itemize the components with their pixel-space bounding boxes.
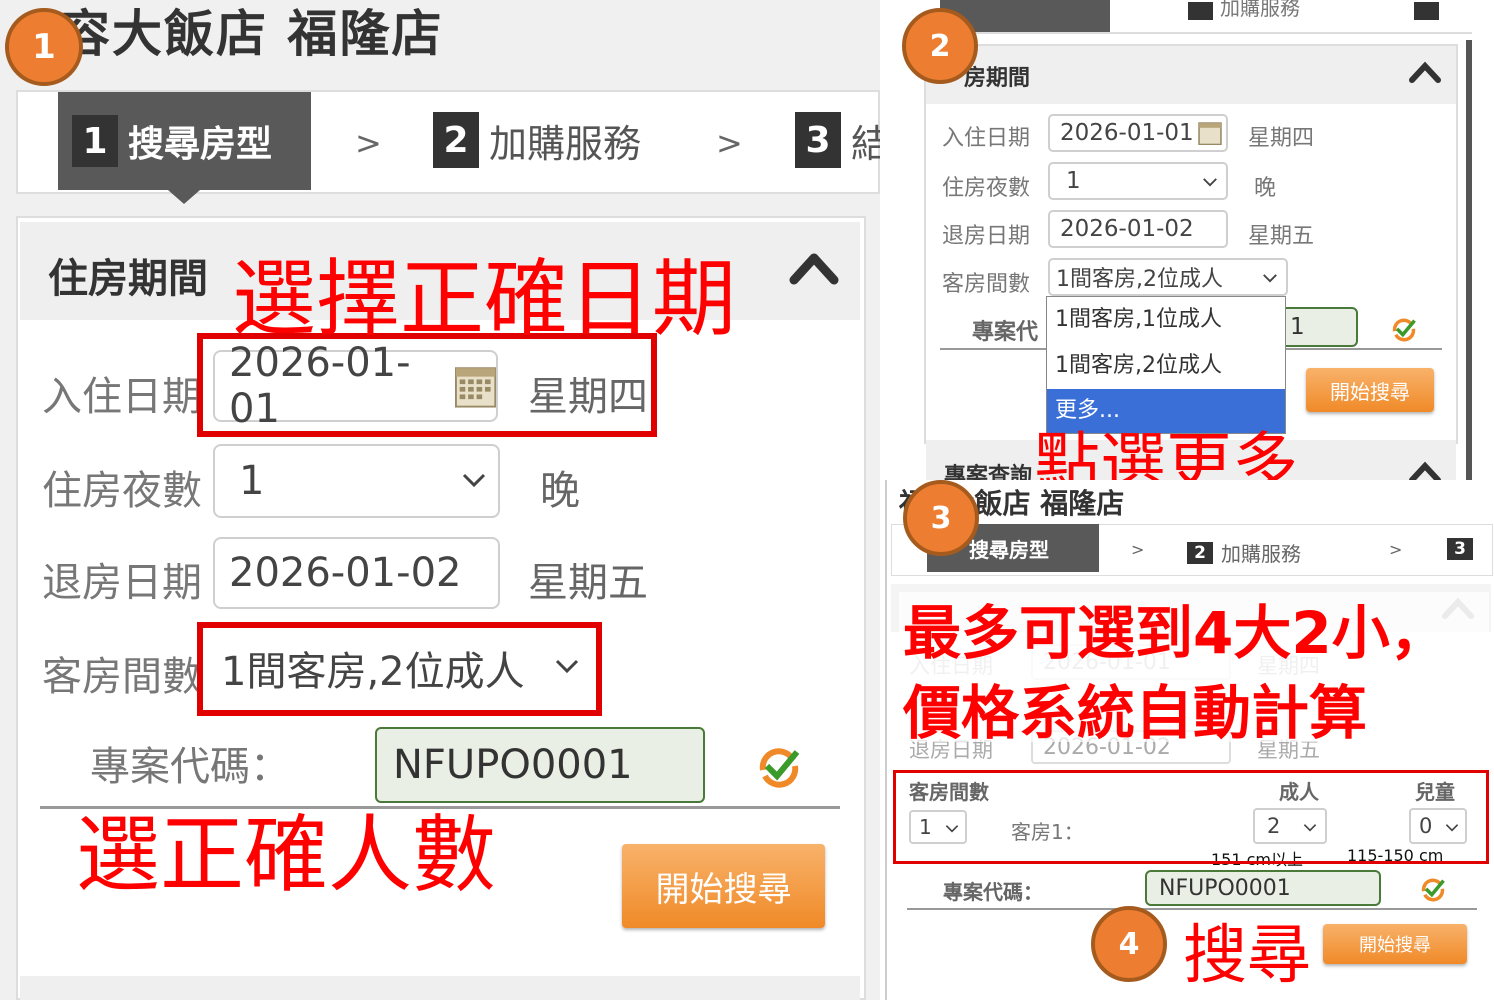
panel2-nights-value: 1 [1066,168,1081,194]
refresh-check-icon[interactable] [1419,876,1447,904]
refresh-check-icon[interactable] [755,744,803,792]
highlight-rooms [197,622,602,716]
annotation-max-line1: 最多可選到4大2小， [903,599,1448,667]
step-badge-4: 4 [1091,906,1167,982]
panel2-checkout-input[interactable]: 2026-01-02 [1048,210,1228,248]
nights-value: 1 [239,458,265,504]
panel2-nights-select[interactable]: 1 [1048,162,1228,200]
dropdown-option-2[interactable]: 1間客房,2位成人 [1047,343,1285,389]
panel-3: 福 大飯店 福隆店 搜尋房型 > 2 加購服務 > 3 入住日期 2026-01… [885,480,1494,1000]
panel2-promo-label: 專案代 [972,320,1039,345]
panel2-rooms-select[interactable]: 1間客房,2位成人 [1048,258,1288,296]
promo-label: 專案代碼： [90,744,290,790]
panel2-right-bar [1466,40,1472,480]
checkin-label: 入住日期 [42,374,202,420]
panel2-nights-label: 住房夜數 [942,176,1031,201]
chevron-down-icon [462,473,486,488]
panel2-promo-value: 1 [1290,314,1305,340]
chevron-up-icon[interactable] [1408,58,1442,84]
panel3-step-1-label: 搜尋房型 [969,537,1049,562]
step-2-label: 加購服務 [489,121,642,166]
panel2-rooms-label: 客房間數 [942,272,1031,297]
step-1-label: 搜尋房型 [128,124,273,165]
search-button[interactable]: 開始搜尋 [622,844,825,928]
step-sep-1: > [355,124,382,162]
nights-select[interactable]: 1 [213,444,500,518]
step-3-number: 3 [795,112,841,168]
annotation-search: 搜尋 [1183,919,1311,993]
panel2-search-button[interactable]: 開始搜尋 [1306,368,1434,412]
step-badge-3: 3 [903,480,979,556]
step-2-number: 2 [433,112,479,168]
step-3-label: 結 [851,121,880,166]
section-title: 住房期間 [48,256,208,302]
panel2-title: 房期間 [964,66,1031,91]
step-1-pointer [168,190,200,204]
chevron-up-icon[interactable] [788,246,840,286]
checkout-input[interactable]: 2026-01-02 [213,537,500,609]
annotation-choose-date: 選擇正確日期 [232,250,737,348]
annotation-max-line2: 價格系統自動計算 [903,679,1368,747]
panel3-promo-input[interactable]: NFUPO0001 [1145,870,1381,906]
panel2-checkin-input[interactable]: 2026-01-01 [1048,114,1228,152]
annotation-click-more: 點選更多 [1034,425,1298,486]
panel3-promo-label: 專案代碼： [943,880,1043,904]
hotel-title: 容大飯店 福隆店 [60,5,444,63]
nights-label: 住房夜數 [42,468,202,514]
panel2-checkin-weekday: 星期四 [1248,126,1315,151]
panel2-checkin-label: 入住日期 [942,126,1031,151]
step-badge-1: 1 [5,8,83,86]
rooms-label: 客房間數 [42,654,202,700]
panel2-checkout-value: 2026-01-02 [1060,216,1194,242]
panel2-nights-unit: 晚 [1254,176,1277,201]
step-badge-2: 2 [902,8,978,84]
panel2-rooms-value: 1間客房,2位成人 [1056,267,1223,292]
checkout-weekday: 星期五 [528,560,648,606]
panel3-step-2-label: 加購服務 [1221,542,1301,566]
checkout-value: 2026-01-02 [229,550,462,596]
panel-2: 加購服務 房期間 入住日期 2026-01-01 星期四 住房夜數 1 晚 退房… [880,0,1494,486]
step-3-tab[interactable]: 3 結 [795,112,880,168]
panel3-step-3[interactable]: 3 [1447,538,1473,560]
refresh-check-icon[interactable] [1390,316,1418,344]
highlight-rooms-table [893,770,1489,864]
panel2-step-2-label: 加購服務 [1220,0,1300,20]
panel2-checkout-weekday: 星期五 [1248,224,1315,249]
step-1-tab[interactable]: 1 搜尋房型 [58,92,311,190]
panel3-promo-value: NFUPO0001 [1159,875,1291,901]
panel-1: 容大飯店 福隆店 1 搜尋房型 > 2 加購服務 > 3 結 住房期間 入住日期… [0,0,880,1000]
checkout-label: 退房日期 [42,560,202,606]
step-sep-2: > [716,124,743,162]
step-1-number: 1 [72,115,118,167]
panel3-step-3-number: 3 [1447,538,1473,560]
calendar-icon[interactable] [1197,121,1222,145]
chevron-down-icon [1263,274,1277,283]
panel3-sep-1: > [1131,540,1145,559]
card-bottom-strip [20,976,860,1000]
chevron-down-icon [1203,178,1217,187]
panel2-step-3[interactable] [1414,2,1439,20]
panel3-sep-2: > [1389,540,1403,559]
nights-unit: 晚 [540,468,580,514]
panel2-checkin-value: 2026-01-01 [1060,120,1194,146]
panel2-step-2[interactable] [1188,2,1213,20]
panel3-search-button[interactable]: 開始搜尋 [1323,924,1467,964]
panel3-step-2[interactable]: 2 加購服務 [1187,538,1301,567]
panel2-checkout-label: 退房日期 [942,224,1031,249]
dropdown-option-1[interactable]: 1間客房,1位成人 [1047,297,1285,343]
annotation-choose-people: 選正確人數 [76,806,497,904]
panel3-step-2-number: 2 [1187,541,1213,564]
promo-value: NFUPO0001 [393,742,633,788]
panel2-promo-input[interactable]: 1 [1276,307,1358,347]
step-2-tab[interactable]: 2 加購服務 [433,112,641,168]
